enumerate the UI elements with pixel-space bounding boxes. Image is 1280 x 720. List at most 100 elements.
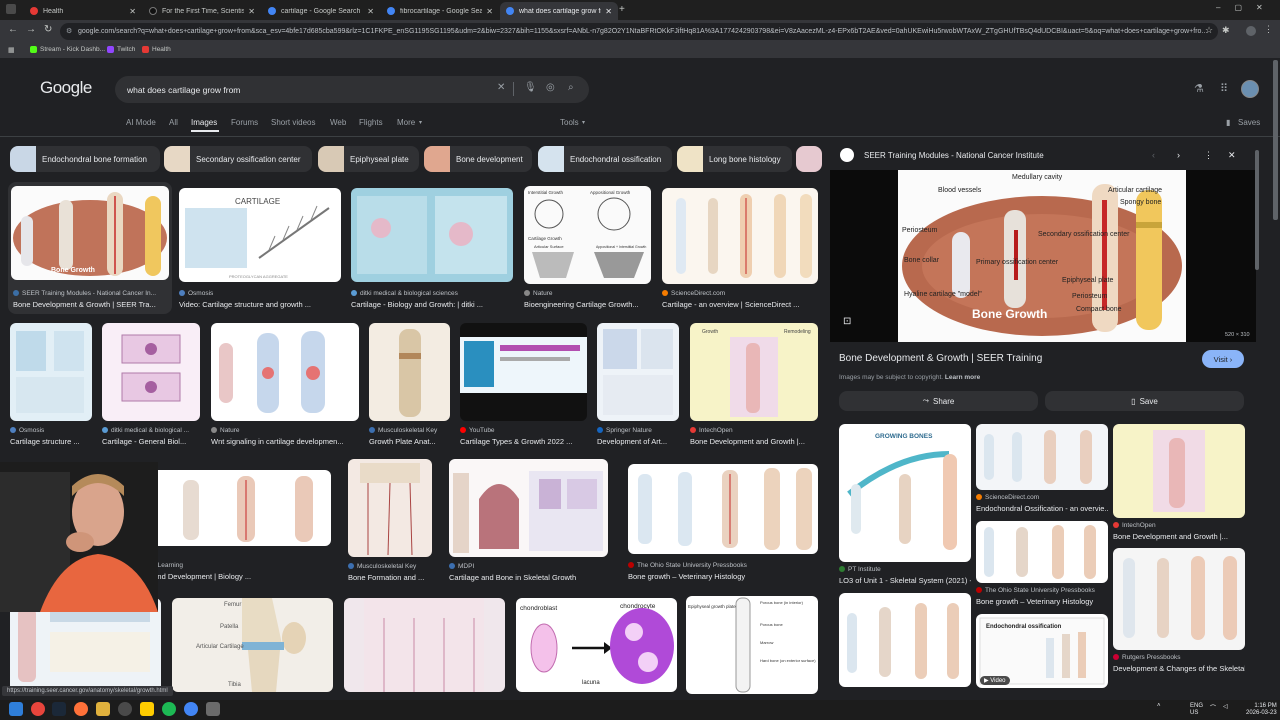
spotify-icon[interactable] (162, 702, 176, 716)
related-item[interactable] (839, 593, 971, 687)
bookmark-star-icon[interactable]: ☆ (1205, 25, 1213, 36)
panel-source[interactable]: SEER Training Modules - National Cancer … (840, 148, 1044, 162)
file-explorer-icon[interactable] (96, 702, 110, 716)
filter-more[interactable]: More (397, 118, 415, 127)
filter-web[interactable]: Web (330, 118, 346, 127)
chip-long-bone-histology[interactable]: Long bone histology (677, 146, 792, 172)
result-item[interactable]: Nature Wnt signaling in cartilage develo… (211, 323, 359, 447)
close-icon[interactable]: ✕ (605, 7, 612, 16)
profile-icon[interactable] (1246, 26, 1256, 36)
lens-icon[interactable]: ◎ (546, 82, 555, 93)
result-item[interactable]: ditki medical & biological sciences Cart… (351, 188, 513, 310)
prev-icon[interactable]: ‹ (1152, 150, 1155, 160)
search-icon[interactable]: ⌕ (568, 82, 574, 93)
tab-fibrocartilage[interactable]: fibrocartilage - Google Search ✕ (381, 2, 499, 20)
close-icon[interactable]: ✕ (129, 7, 136, 16)
result-item[interactable]: Femur Patella Articular Cartilage Tibia (172, 598, 333, 692)
bookmark-health[interactable]: Health (142, 46, 171, 53)
result-item[interactable]: CARTILAGE PROTEOGLYCAN AGGREGATE Osmosis… (179, 188, 341, 310)
menu-icon[interactable]: ⋮ (1264, 24, 1273, 35)
close-icon[interactable]: ✕ (248, 7, 255, 16)
close-panel-icon[interactable]: ✕ (1228, 150, 1236, 161)
tab-active-search[interactable]: what does cartilage grow from ✕ (500, 2, 618, 20)
visit-button[interactable]: Visit › (1202, 350, 1244, 368)
more-options-icon[interactable]: ⋮ (1204, 150, 1213, 161)
avatar[interactable] (1241, 80, 1259, 98)
forward-icon[interactable]: → (26, 24, 36, 35)
preview-image[interactable]: Blood vessels Medullary cavity Articular… (898, 170, 1186, 342)
chip-secondary-ossification-center[interactable]: Secondary ossification center (164, 146, 312, 172)
new-tab-button[interactable]: + (619, 4, 625, 15)
settings-icon[interactable] (206, 702, 220, 716)
related-item[interactable]: IntechOpen Bone Development and Growth |… (1113, 424, 1245, 544)
address-bar[interactable]: google.com/search?q=what+does+cartilage+… (60, 23, 1218, 40)
related-item[interactable]: Rutgers Pressbooks Development & Changes… (1113, 548, 1245, 676)
result-item[interactable]: The Ohio State University Pressbooks Bon… (628, 464, 818, 584)
result-item[interactable]: ditki medical & biological ... Cartilage… (102, 323, 200, 447)
filter-ai-mode[interactable]: AI Mode (126, 118, 156, 127)
apps-icon[interactable]: ▦ (8, 46, 15, 54)
result-selected[interactable]: Bone Growth SEER Training Modules - Nati… (8, 182, 172, 314)
bookmark-twitch[interactable]: Twitch (107, 46, 135, 53)
filter-flights[interactable]: Flights (359, 118, 383, 127)
result-item[interactable]: ScienceDirect.com Cartilage - an overvie… (662, 188, 818, 310)
sticky-notes-icon[interactable] (140, 702, 154, 716)
firefox-icon[interactable] (74, 702, 88, 716)
google-logo[interactable]: Google (40, 78, 92, 98)
google-apps-icon[interactable]: ⠿ (1220, 82, 1228, 95)
result-item[interactable]: YouTube Cartilage Types & Growth 2022 ..… (460, 323, 587, 447)
related-item[interactable]: The Ohio State University Pressbooks Bon… (976, 521, 1108, 609)
panel-scrollbar[interactable] (1255, 150, 1259, 270)
result-item[interactable]: MDPI Cartilage and Bone in Skeletal Grow… (449, 459, 608, 584)
related-item[interactable]: ScienceDirect.com Endochondral Ossificat… (976, 424, 1108, 516)
result-item[interactable]: Musculoskeletal Key Growth Plate Anat... (369, 323, 450, 447)
back-icon[interactable]: ← (8, 24, 18, 35)
chip-endochondral-bone-formation[interactable]: Endochondral bone formation (10, 146, 160, 172)
window-controls[interactable]: –▢✕ (1216, 3, 1277, 12)
obs-icon[interactable] (118, 702, 132, 716)
result-item[interactable]: Epiphyseal growth plate Porous bone (in … (686, 596, 818, 694)
chip-overflow[interactable] (796, 146, 822, 172)
chip-bone-development[interactable]: Bone development (424, 146, 532, 172)
language-indicator[interactable]: ENG US (1190, 703, 1203, 717)
clear-icon[interactable]: ✕ (497, 82, 505, 93)
start-icon[interactable] (9, 702, 23, 716)
result-item[interactable]: Growth Remodeling IntechOpen Bone Develo… (690, 323, 818, 447)
filter-images[interactable]: Images (191, 118, 217, 127)
result-item[interactable]: chondroblast chondrocyte lacuna (516, 598, 677, 692)
saves-link[interactable]: Saves (1238, 118, 1260, 127)
steam-icon[interactable] (52, 702, 66, 716)
result-item[interactable] (344, 598, 505, 692)
related-item[interactable]: GROWING BONES PT Institute LO3 of Unit 1… (839, 424, 971, 588)
filter-all[interactable]: All (169, 118, 178, 127)
save-button[interactable]: ▯ Save (1045, 391, 1244, 411)
chip-epiphyseal-plate[interactable]: Epiphyseal plate (318, 146, 419, 172)
clock[interactable]: 1:16 PM 2026-03-23 (1246, 703, 1277, 717)
tray-chevron-icon[interactable]: ˄ (1157, 703, 1161, 709)
next-icon[interactable]: › (1177, 150, 1180, 160)
result-item[interactable] (10, 598, 161, 692)
page-scrollbar[interactable] (1273, 60, 1278, 220)
tab-search-icon[interactable] (6, 4, 16, 14)
panel-title[interactable]: Bone Development & Growth | SEER Trainin… (839, 353, 1042, 364)
extensions-icon[interactable]: ✱ (1222, 25, 1230, 36)
tab-article[interactable]: For the First Time, Scientists M... ✕ (143, 2, 261, 20)
reload-icon[interactable]: ↻ (44, 24, 52, 35)
site-info-icon[interactable]: ⚙ (66, 27, 72, 35)
microphone-icon[interactable]: 🎙︎ (524, 82, 537, 93)
labs-flask-icon[interactable]: ⚗ (1194, 82, 1204, 95)
search-input[interactable]: what does cartilage grow from (115, 76, 589, 103)
share-button[interactable]: ⤳ Share (839, 391, 1038, 411)
learn-more-link[interactable]: Learn more (945, 374, 980, 381)
tab-health[interactable]: Health ✕ (24, 2, 142, 20)
chrome-icon[interactable] (31, 702, 45, 716)
volume-icon[interactable]: ◁ (1223, 703, 1228, 710)
close-icon[interactable]: ✕ (486, 7, 493, 16)
related-video-item[interactable]: Endochondral ossification ▶ Video (976, 614, 1108, 688)
chrome-active-icon[interactable] (184, 702, 198, 716)
result-item[interactable]: Interstitial Growth Appositional Growth … (524, 186, 651, 310)
filter-forums[interactable]: Forums (231, 118, 258, 127)
lens-search-icon[interactable]: ⊡ (843, 316, 851, 327)
saves-icon[interactable]: ▮ (1226, 118, 1230, 127)
filter-short-videos[interactable]: Short videos (271, 118, 315, 127)
